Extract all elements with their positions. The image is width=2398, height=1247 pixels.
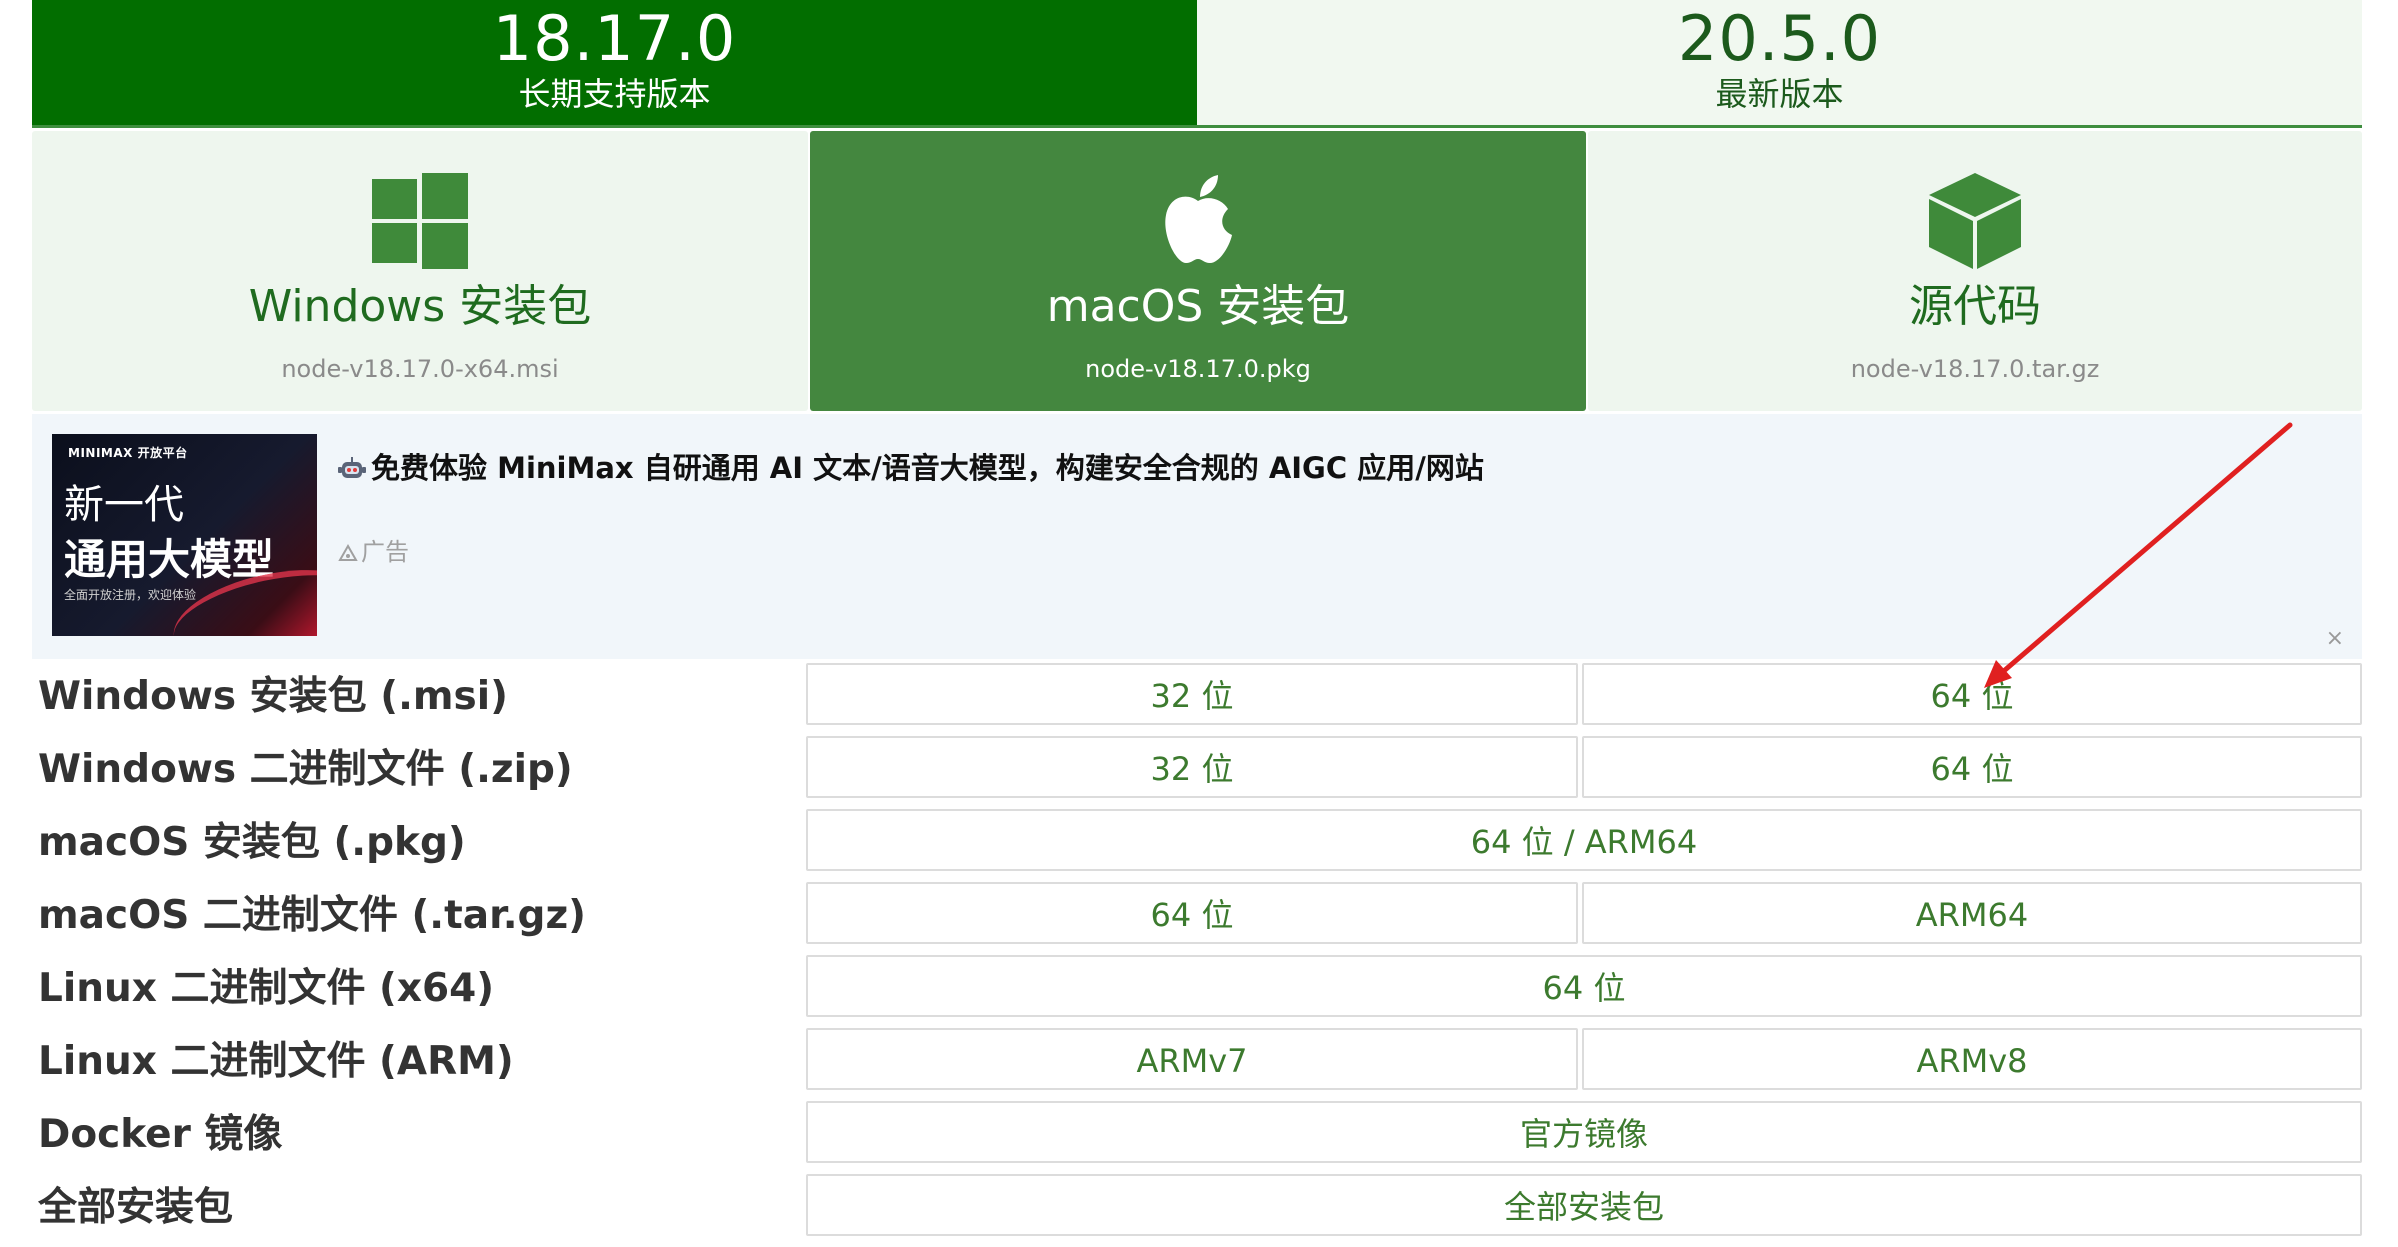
downloads-table: Windows 安装包 (.msi) 32 位 64 位 Windows 二进制… bbox=[32, 660, 2362, 1244]
table-row: macOS 安装包 (.pkg) 64 位 / ARM64 bbox=[32, 806, 2362, 879]
windows-installer-card[interactable]: Windows 安装包 node-v18.17.0-x64.msi bbox=[32, 131, 808, 411]
table-row: Linux 二进制文件 (ARM) ARMv7 ARMv8 bbox=[32, 1025, 2362, 1098]
ad-headline-text: 免费体验 MiniMax 自研通用 AI 文本/语音大模型，构建安全合规的 AI… bbox=[371, 451, 1484, 485]
lts-version-number: 18.17.0 bbox=[492, 2, 737, 75]
source-card-filename: node-v18.17.0.tar.gz bbox=[1850, 355, 2100, 383]
current-version-number: 20.5.0 bbox=[1677, 2, 1882, 75]
robot-icon bbox=[338, 457, 366, 478]
ad-image[interactable]: MINIMAX 开放平台 新一代 通用大模型 全面开放注册，欢迎体验 bbox=[52, 434, 317, 636]
download-button[interactable]: 全部安装包 bbox=[806, 1174, 2362, 1236]
apple-icon bbox=[1165, 175, 1232, 263]
table-row: Linux 二进制文件 (x64) 64 位 bbox=[32, 952, 2362, 1025]
lts-version-label: 长期支持版本 bbox=[518, 75, 711, 113]
table-row: Windows 安装包 (.msi) 32 位 64 位 bbox=[32, 660, 2362, 733]
download-button[interactable]: 64 位 bbox=[1582, 736, 2362, 798]
source-card-title: 源代码 bbox=[1909, 281, 2041, 332]
download-button[interactable]: 64 位 bbox=[806, 955, 2362, 1017]
download-button[interactable]: 64 位 bbox=[1582, 663, 2362, 725]
ad-marker-icon bbox=[338, 543, 358, 561]
ad-headline-link[interactable]: 免费体验 MiniMax 自研通用 AI 文本/语音大模型，构建安全合规的 AI… bbox=[337, 448, 1484, 488]
ad-banner: MINIMAX 开放平台 新一代 通用大模型 全面开放注册，欢迎体验 免费体验 … bbox=[32, 414, 2362, 659]
ad-image-brand: MINIMAX 开放平台 bbox=[68, 446, 188, 460]
download-button[interactable]: 官方镜像 bbox=[806, 1101, 2362, 1163]
download-cards: Windows 安装包 node-v18.17.0-x64.msi macOS … bbox=[32, 131, 2362, 411]
table-row: Docker 镜像 官方镜像 bbox=[32, 1098, 2362, 1171]
table-row: Windows 二进制文件 (.zip) 32 位 64 位 bbox=[32, 733, 2362, 806]
download-button[interactable]: ARMv8 bbox=[1582, 1028, 2362, 1090]
windows-icon bbox=[372, 173, 468, 269]
ad-close-button[interactable]: × bbox=[2326, 626, 2344, 651]
ad-image-headline: 新一代 bbox=[64, 482, 184, 528]
table-row: macOS 二进制文件 (.tar.gz) 64 位 ARM64 bbox=[32, 879, 2362, 952]
macos-card-filename: node-v18.17.0.pkg bbox=[1085, 355, 1311, 383]
download-button[interactable]: 32 位 bbox=[806, 736, 1578, 798]
cube-icon bbox=[1929, 173, 2021, 269]
version-tabs: 18.17.0 长期支持版本 20.5.0 最新版本 bbox=[32, 0, 2362, 128]
download-button[interactable]: ARMv7 bbox=[806, 1028, 1578, 1090]
tab-current-version[interactable]: 20.5.0 最新版本 bbox=[1197, 0, 2362, 125]
row-label: Linux 二进制文件 (ARM) bbox=[38, 1039, 514, 1084]
row-label: Linux 二进制文件 (x64) bbox=[38, 966, 495, 1011]
ad-image-caption: 全面开放注册，欢迎体验 bbox=[64, 588, 197, 602]
table-row: 全部安装包 全部安装包 bbox=[32, 1171, 2362, 1244]
row-label: 全部安装包 bbox=[38, 1185, 234, 1230]
row-label: Docker 镜像 bbox=[38, 1112, 283, 1157]
row-label: macOS 安装包 (.pkg) bbox=[38, 820, 466, 865]
ad-image-subheadline: 通用大模型 bbox=[64, 535, 275, 584]
windows-card-title: Windows 安装包 bbox=[248, 281, 592, 332]
macos-card-title: macOS 安装包 bbox=[1046, 281, 1350, 332]
ad-label-text: 广告 bbox=[361, 538, 409, 566]
download-button[interactable]: 64 位 / ARM64 bbox=[806, 809, 2362, 871]
download-button[interactable]: 32 位 bbox=[806, 663, 1578, 725]
download-button[interactable]: ARM64 bbox=[1582, 882, 2362, 944]
current-version-label: 最新版本 bbox=[1715, 75, 1844, 113]
tab-lts-version[interactable]: 18.17.0 长期支持版本 bbox=[32, 0, 1197, 125]
row-label: Windows 二进制文件 (.zip) bbox=[38, 747, 573, 792]
macos-installer-card[interactable]: macOS 安装包 node-v18.17.0.pkg bbox=[810, 131, 1586, 411]
windows-card-filename: node-v18.17.0-x64.msi bbox=[281, 355, 559, 383]
source-code-card[interactable]: 源代码 node-v18.17.0.tar.gz bbox=[1588, 131, 2362, 411]
row-label: macOS 二进制文件 (.tar.gz) bbox=[38, 893, 586, 938]
ad-label: 广告 bbox=[337, 536, 409, 568]
row-label: Windows 安装包 (.msi) bbox=[38, 674, 508, 719]
download-button[interactable]: 64 位 bbox=[806, 882, 1578, 944]
